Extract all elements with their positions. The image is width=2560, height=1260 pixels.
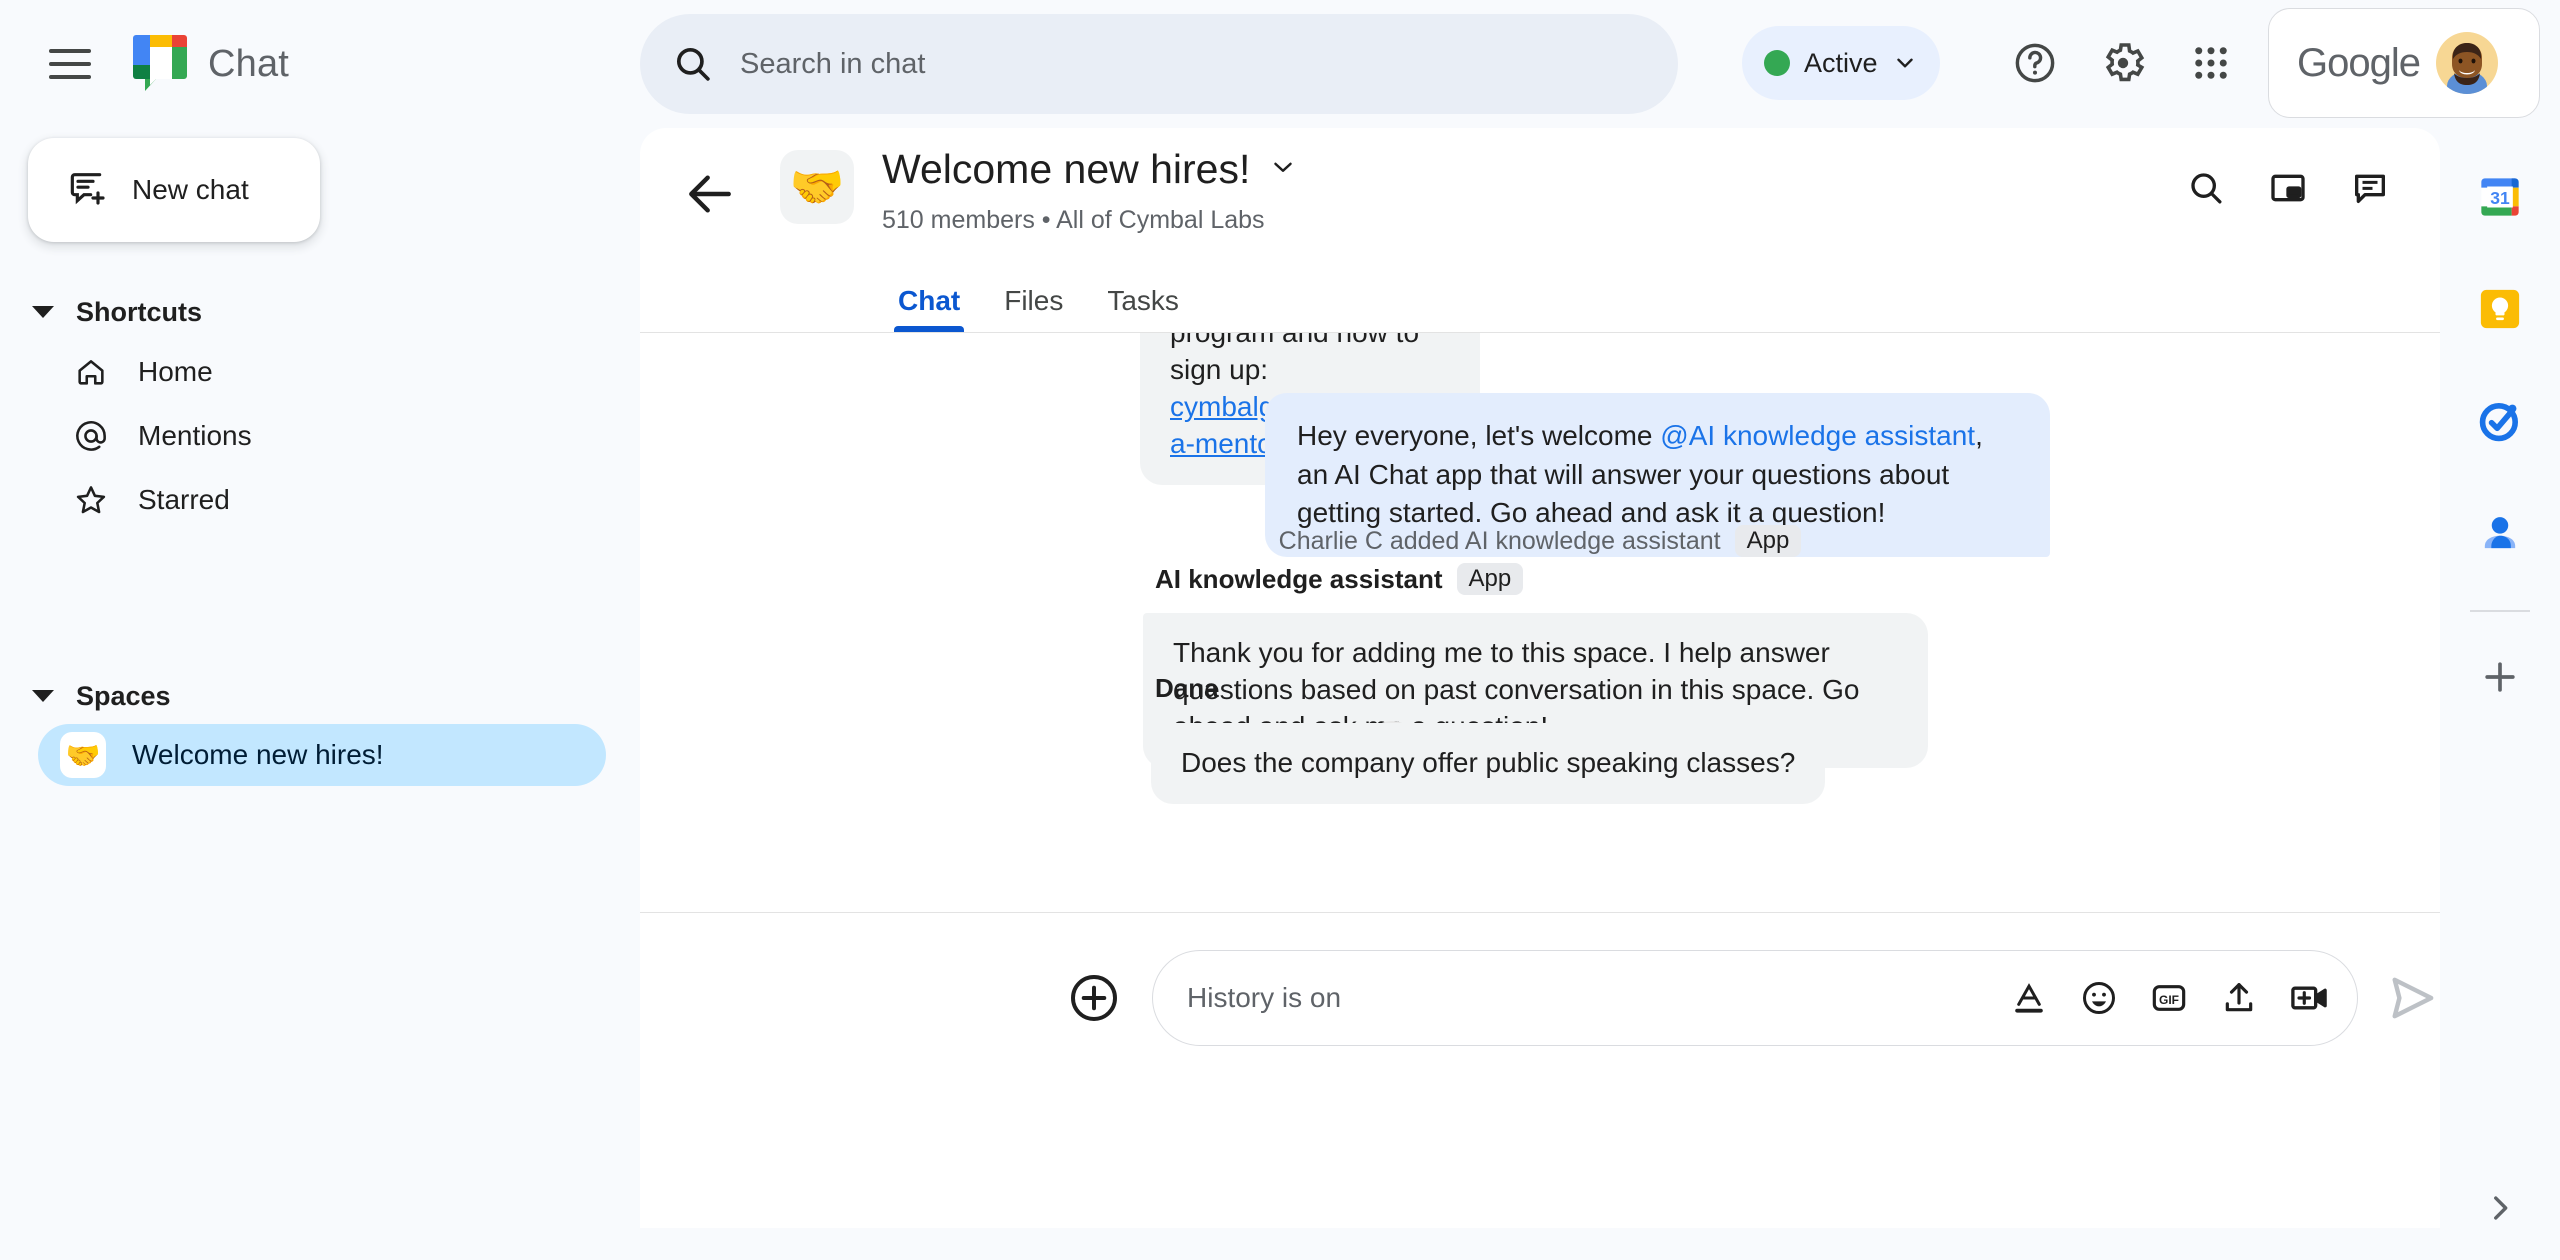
google-contacts-icon[interactable]: [2465, 498, 2535, 568]
new-chat-button[interactable]: New chat: [28, 138, 320, 242]
chevron-right-icon[interactable]: [2470, 1178, 2530, 1238]
chat-bubble-icon[interactable]: [2336, 154, 2404, 222]
message-input[interactable]: [1187, 982, 2007, 1014]
svg-text:31: 31: [2490, 188, 2510, 208]
left-navigation: New chat Shortcuts Home Mentions Starred…: [0, 128, 640, 1260]
space-header-actions: [2172, 154, 2404, 222]
new-chat-label: New chat: [132, 174, 249, 205]
space-emoji-icon: 🤝: [780, 150, 854, 224]
tab-label: Chat: [898, 285, 961, 316]
sidebar-section-shortcuts[interactable]: Shortcuts: [0, 284, 640, 340]
send-arrow-icon[interactable]: [2384, 970, 2440, 1026]
message-bubble: Does the company offer public speaking c…: [1151, 723, 1826, 804]
hamburger-line: [49, 62, 91, 66]
search-in-space-button[interactable]: [2172, 154, 2240, 222]
sidebar-item-label: Home: [138, 356, 213, 387]
sidebar-item-label: Mentions: [138, 420, 252, 451]
side-panel-rail: 31: [2440, 128, 2560, 1260]
presence-label: Active: [1804, 47, 1878, 78]
presence-dot-icon: [1764, 50, 1790, 76]
gif-icon[interactable]: GIF: [2147, 976, 2191, 1020]
google-calendar-icon[interactable]: 31: [2465, 162, 2535, 232]
upload-icon[interactable]: [2217, 976, 2261, 1020]
hamburger-menu-icon[interactable]: [30, 24, 110, 104]
caret-down-icon: [32, 306, 54, 318]
brand-name: Chat: [208, 42, 290, 85]
presence-status-button[interactable]: Active: [1742, 26, 1940, 100]
search-icon: [672, 43, 714, 85]
message-bubble-wrap: Does the company offer public speaking c…: [1151, 723, 1826, 804]
app-badge: App: [1456, 563, 1524, 595]
sidebar-item-label: Starred: [138, 484, 230, 515]
top-app-bar: Chat Active: [0, 0, 2560, 128]
sidebar-item-starred[interactable]: Starred: [0, 468, 606, 532]
chevron-down-icon: [1268, 152, 1298, 187]
message-text-prefix: Hey everyone, let's welcome: [1297, 420, 1661, 451]
message-author: AI knowledge assistant: [1155, 563, 1443, 594]
sidebar-section-title: Shortcuts: [76, 296, 203, 327]
space-panel: 🤝 Welcome new hires! 510 members • All o…: [640, 128, 2440, 1228]
rail-divider: [2470, 610, 2530, 612]
composer-tools: GIF: [2007, 976, 2331, 1020]
add-video-icon[interactable]: [2287, 976, 2331, 1020]
new-chat-icon: [68, 168, 108, 213]
sidebar-item-label: Welcome new hires!: [132, 739, 384, 770]
help-circle-icon[interactable]: [1996, 24, 2074, 102]
search-bar[interactable]: [640, 14, 1678, 114]
user-avatar[interactable]: [2435, 32, 2498, 94]
message-text: program and how to sign up:: [1170, 333, 1419, 385]
caret-down-icon: [32, 690, 54, 702]
home-icon: [72, 353, 110, 391]
hamburger-line: [49, 75, 91, 79]
hamburger-line: [49, 49, 91, 53]
sidebar-item-home[interactable]: Home: [0, 340, 606, 404]
tab-tasks[interactable]: Tasks: [1085, 270, 1201, 332]
add-circle-icon[interactable]: [1066, 970, 1122, 1026]
composer-divider: [640, 912, 2440, 913]
google-tasks-icon[interactable]: [2465, 386, 2535, 456]
rail-apps: 31: [2440, 128, 2560, 712]
apps-grid-icon[interactable]: [2172, 24, 2250, 102]
space-tabs: Chat Files Tasks: [640, 270, 2440, 332]
back-arrow-icon[interactable]: [682, 166, 738, 222]
message-input-box[interactable]: GIF: [1152, 950, 2358, 1046]
handshake-emoji-icon: 🤝: [60, 732, 106, 778]
chevron-down-icon: [1892, 50, 1918, 76]
space-header: 🤝 Welcome new hires! 510 members • All o…: [640, 128, 2440, 270]
sidebar-section-title: Spaces: [76, 680, 171, 711]
search-input[interactable]: [740, 47, 1646, 81]
gear-icon[interactable]: [2084, 24, 2162, 102]
space-title-menu[interactable]: Welcome new hires!: [882, 146, 1298, 193]
space-subtitle: 510 members • All of Cymbal Labs: [882, 206, 1265, 234]
tab-chat[interactable]: Chat: [876, 270, 982, 332]
plus-icon[interactable]: [2465, 642, 2535, 712]
google-keep-icon[interactable]: [2465, 274, 2535, 344]
picture-in-picture-icon[interactable]: [2254, 154, 2322, 222]
google-wordmark: Google: [2297, 40, 2421, 85]
brand-logo-link[interactable]: Chat: [132, 33, 289, 95]
mention-ai-knowledge-assistant[interactable]: @AI knowledge assistant: [1660, 420, 1975, 451]
app-badge: App: [1734, 525, 1802, 557]
message-author: Dana: [1155, 673, 1219, 703]
emoji-smiley-icon[interactable]: [2077, 976, 2121, 1020]
message-composer: GIF: [640, 928, 2440, 1068]
sidebar-section-spaces[interactable]: Spaces: [0, 668, 640, 724]
svg-text:GIF: GIF: [2159, 993, 2179, 1007]
tab-files[interactable]: Files: [982, 270, 1085, 332]
google-chat-logo: [132, 33, 188, 95]
google-account-chip[interactable]: Google: [2268, 8, 2540, 118]
star-icon: [72, 481, 110, 519]
system-event-text: Charlie C added AI knowledge assistant: [1278, 526, 1721, 555]
tab-label: Tasks: [1107, 285, 1179, 316]
page-title: Welcome new hires!: [882, 146, 1251, 192]
message-author-row: AI knowledge assistant App: [1155, 563, 1524, 595]
sidebar-item-welcome-new-hires[interactable]: 🤝 Welcome new hires!: [38, 724, 606, 786]
system-event-row: Charlie C added AI knowledge assistant A…: [640, 525, 2440, 557]
sidebar-item-mentions[interactable]: Mentions: [0, 404, 606, 468]
message-list: program and how to sign up: cymbalgroup.…: [640, 333, 2440, 908]
format-text-icon[interactable]: [2007, 976, 2051, 1020]
at-sign-icon: [72, 417, 110, 455]
tab-label: Files: [1004, 285, 1064, 316]
